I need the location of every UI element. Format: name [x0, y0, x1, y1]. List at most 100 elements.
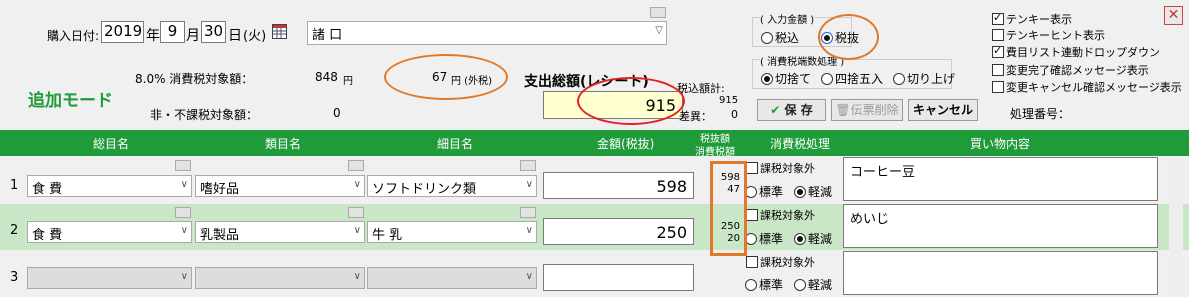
- radio-ceil-icon: [893, 73, 905, 85]
- option-label: 変更完了確認メッセージ表示: [1006, 64, 1149, 77]
- mini-button[interactable]: [348, 160, 364, 171]
- nontax-label: 課税対象外: [760, 209, 815, 222]
- month-input[interactable]: 9: [160, 21, 185, 43]
- mini-button[interactable]: [520, 207, 536, 218]
- option-tenkey-hint[interactable]: テンキーヒント表示: [992, 27, 1105, 43]
- diff-value: 0: [731, 108, 738, 121]
- input-amount-title: ( 入力金額 ): [760, 11, 815, 26]
- store-select[interactable]: 諸 口 ▽: [307, 21, 667, 45]
- chevron-down-icon: ∨: [353, 179, 361, 190]
- save-button[interactable]: ✔ 保 存: [757, 99, 826, 121]
- close-icon[interactable]: ✕: [1164, 6, 1183, 25]
- category3-value: ソフトドリンク類: [372, 182, 477, 197]
- chevron-down-icon: ∨: [353, 225, 361, 236]
- header-content: 買い物内容: [970, 137, 1031, 151]
- day-input[interactable]: 30: [201, 21, 226, 43]
- category2-select[interactable]: ∨: [195, 267, 365, 289]
- radio-floor[interactable]: 切捨て: [761, 70, 811, 87]
- option-label: 変更キャンセル確認メッセージ表示: [1006, 81, 1182, 94]
- store-mini-button[interactable]: [650, 7, 666, 18]
- chevron-down-icon: ∨: [353, 271, 361, 282]
- day-unit: 日: [228, 28, 242, 44]
- radio-label: 標準: [759, 278, 784, 292]
- category3-select[interactable]: 牛 乳 ∨: [367, 221, 537, 243]
- category1-select[interactable]: 食 費 ∨: [27, 175, 192, 197]
- table-row: 1 食 費 ∨ 嗜好品 ∨ ソフトドリンク類 ∨ 598 598 47 課税対象外 標…: [0, 157, 1189, 203]
- category2-select[interactable]: 乳製品 ∨: [195, 221, 365, 243]
- radio-incl-icon: [761, 32, 773, 44]
- chevron-down-icon: ∨: [180, 179, 188, 190]
- amount-input[interactable]: 250: [543, 218, 694, 245]
- option-tenkey[interactable]: テンキー表示: [992, 11, 1072, 27]
- radio-ceil[interactable]: 切り上げ: [893, 70, 955, 87]
- option-linked-dropdown[interactable]: 費目リスト連動ドロップダウン: [992, 44, 1160, 60]
- option-label: 費目リスト連動ドロップダウン: [1006, 46, 1160, 59]
- radio-standard[interactable]: 標準: [745, 230, 783, 247]
- checkbox-icon: [992, 29, 1004, 41]
- category1-value: 食 費: [32, 228, 63, 243]
- checkbox-icon: [746, 162, 758, 174]
- radio-label: 軽減: [808, 232, 833, 246]
- year-input[interactable]: 2019: [101, 21, 144, 43]
- nontax-value: 0: [333, 106, 341, 120]
- category3-select[interactable]: ∨: [367, 267, 537, 289]
- checkbox-icon: [992, 64, 1004, 76]
- radio-standard[interactable]: 標準: [745, 276, 783, 293]
- amount-input[interactable]: [543, 264, 694, 291]
- diff-label: 差異：: [679, 110, 712, 123]
- category2-select[interactable]: 嗜好品 ∨: [195, 175, 365, 197]
- amount-input[interactable]: 598: [543, 172, 694, 199]
- nontax-label: 非・不課税対象額：: [150, 108, 259, 122]
- mini-button[interactable]: [348, 207, 364, 218]
- chevron-down-icon: ∨: [525, 225, 533, 236]
- row-number: 3: [10, 270, 19, 285]
- radio-tax-incl[interactable]: 税込: [761, 29, 799, 46]
- header-category3: 細目名: [437, 137, 474, 151]
- mini-button[interactable]: [520, 160, 536, 171]
- category2-value: 乳製品: [200, 228, 240, 243]
- mini-button[interactable]: [175, 207, 191, 218]
- radio-round-label: 四捨五入: [835, 72, 884, 86]
- radio-round[interactable]: 四捨五入: [821, 70, 883, 87]
- radio-reduced[interactable]: 軽減: [794, 183, 832, 200]
- radio-label: 標準: [759, 185, 784, 199]
- radio-incl-label: 税込: [775, 31, 800, 45]
- chevron-down-icon: ∨: [180, 271, 188, 282]
- content-textarea[interactable]: コーヒー豆: [843, 157, 1158, 201]
- checkbox-icon: [746, 256, 758, 268]
- radio-reduced[interactable]: 軽減: [794, 276, 832, 293]
- category3-select[interactable]: ソフトドリンク類 ∨: [367, 175, 537, 197]
- radio-label: 軽減: [808, 278, 833, 292]
- incl-total-value: 915: [719, 95, 739, 106]
- radio-standard[interactable]: 標準: [745, 183, 783, 200]
- radio-reduced[interactable]: 軽減: [794, 230, 832, 247]
- content-textarea[interactable]: めいじ: [843, 204, 1158, 248]
- calendar-icon[interactable]: [272, 24, 287, 39]
- option-cancel-confirm[interactable]: 変更キャンセル確認メッセージ表示: [992, 79, 1182, 95]
- table-row: 3 ∨ ∨ ∨ 課税対象外 標準 軽減: [0, 251, 1189, 297]
- content-textarea[interactable]: [843, 251, 1158, 295]
- row-number: 1: [10, 178, 19, 193]
- nontax-checkbox[interactable]: 課税対象外: [746, 207, 815, 223]
- delete-button[interactable]: 🗑伝票削除: [831, 99, 903, 121]
- grid-scrollbar[interactable]: [1169, 157, 1183, 295]
- radio-ceil-label: 切り上げ: [907, 72, 956, 86]
- nontax-checkbox[interactable]: 課税対象外: [746, 160, 815, 176]
- year-unit: 年: [146, 28, 160, 44]
- delete-label: 伝票削除: [850, 103, 899, 117]
- row-number: 2: [10, 223, 19, 238]
- nontax-checkbox[interactable]: 課税対象外: [746, 254, 815, 270]
- category1-select[interactable]: 食 費 ∨: [27, 221, 192, 243]
- radio-floor-icon: [761, 73, 773, 85]
- category3-value: 牛 乳: [372, 228, 403, 243]
- tax8-value: 848: [315, 70, 338, 84]
- category1-value: 食 費: [32, 182, 63, 197]
- check-icon: ✔: [770, 103, 785, 117]
- process-no-label: 処理番号：: [1010, 107, 1071, 121]
- cancel-button[interactable]: キャンセル: [908, 99, 978, 121]
- month-unit: 月: [186, 28, 200, 44]
- store-value: 諸 口: [312, 28, 343, 43]
- mini-button[interactable]: [175, 160, 191, 171]
- category1-select[interactable]: ∨: [27, 267, 192, 289]
- option-change-confirm[interactable]: 変更完了確認メッセージ表示: [992, 62, 1149, 78]
